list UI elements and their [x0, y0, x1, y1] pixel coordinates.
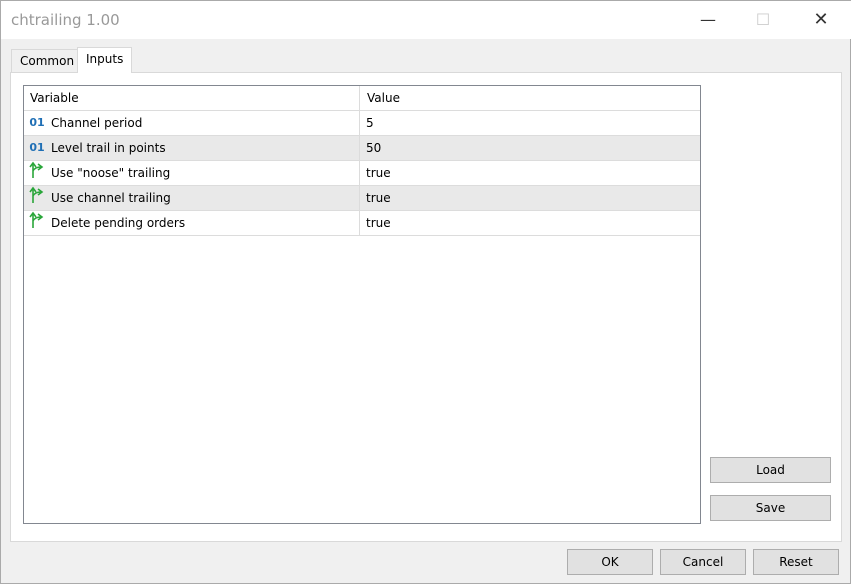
variable-cell: 01 Channel period: [24, 111, 360, 135]
value-cell[interactable]: true: [361, 161, 391, 185]
value-cell[interactable]: 50: [361, 136, 381, 160]
close-icon[interactable]: ✕: [809, 9, 833, 31]
integer-type-icon: 01: [29, 116, 45, 129]
variable-cell: Use channel trailing: [24, 186, 360, 210]
integer-type-icon: 01: [29, 141, 45, 154]
boolean-type-icon: [28, 161, 46, 187]
minimize-icon[interactable]: —: [696, 9, 720, 31]
tab-inputs[interactable]: Inputs: [77, 47, 133, 73]
load-button[interactable]: Load: [710, 457, 831, 483]
window-title: chtrailing 1.00: [11, 11, 120, 29]
variable-cell: Delete pending orders: [24, 211, 360, 235]
boolean-type-icon: [28, 211, 46, 237]
variable-name: Use "noose" trailing: [51, 166, 171, 180]
table-row[interactable]: Delete pending orders true: [24, 211, 700, 236]
maximize-icon: ☐: [755, 10, 771, 29]
variable-name: Delete pending orders: [51, 216, 186, 230]
cancel-button[interactable]: Cancel: [660, 549, 746, 575]
save-button[interactable]: Save: [710, 495, 831, 521]
ok-button[interactable]: OK: [567, 549, 653, 575]
variable-cell: 01 Level trail in points: [24, 136, 360, 160]
boolean-type-icon: [28, 186, 46, 212]
variable-cell: Use "noose" trailing: [24, 161, 360, 185]
reset-button[interactable]: Reset: [753, 549, 839, 575]
table-header: Variable Value: [24, 86, 700, 111]
table-row[interactable]: Use "noose" trailing true: [24, 161, 700, 186]
title-bar: chtrailing 1.00 — ☐ ✕: [1, 1, 851, 39]
header-variable[interactable]: Variable: [24, 86, 360, 110]
tab-common[interactable]: Common: [11, 49, 84, 73]
value-cell[interactable]: 5: [361, 111, 374, 135]
value-cell[interactable]: true: [361, 211, 391, 235]
inputs-table: Variable Value 01 Channel period 5 01 Le…: [23, 85, 701, 524]
value-cell[interactable]: true: [361, 186, 391, 210]
table-row[interactable]: Use channel trailing true: [24, 186, 700, 211]
tab-label: Common: [20, 54, 75, 68]
table-row[interactable]: 01 Channel period 5: [24, 111, 700, 136]
header-value[interactable]: Value: [361, 86, 400, 110]
variable-name: Use channel trailing: [51, 191, 171, 205]
tab-label: Inputs: [86, 52, 124, 66]
table-row[interactable]: 01 Level trail in points 50: [24, 136, 700, 161]
variable-name: Channel period: [51, 116, 143, 130]
variable-name: Level trail in points: [51, 141, 166, 155]
